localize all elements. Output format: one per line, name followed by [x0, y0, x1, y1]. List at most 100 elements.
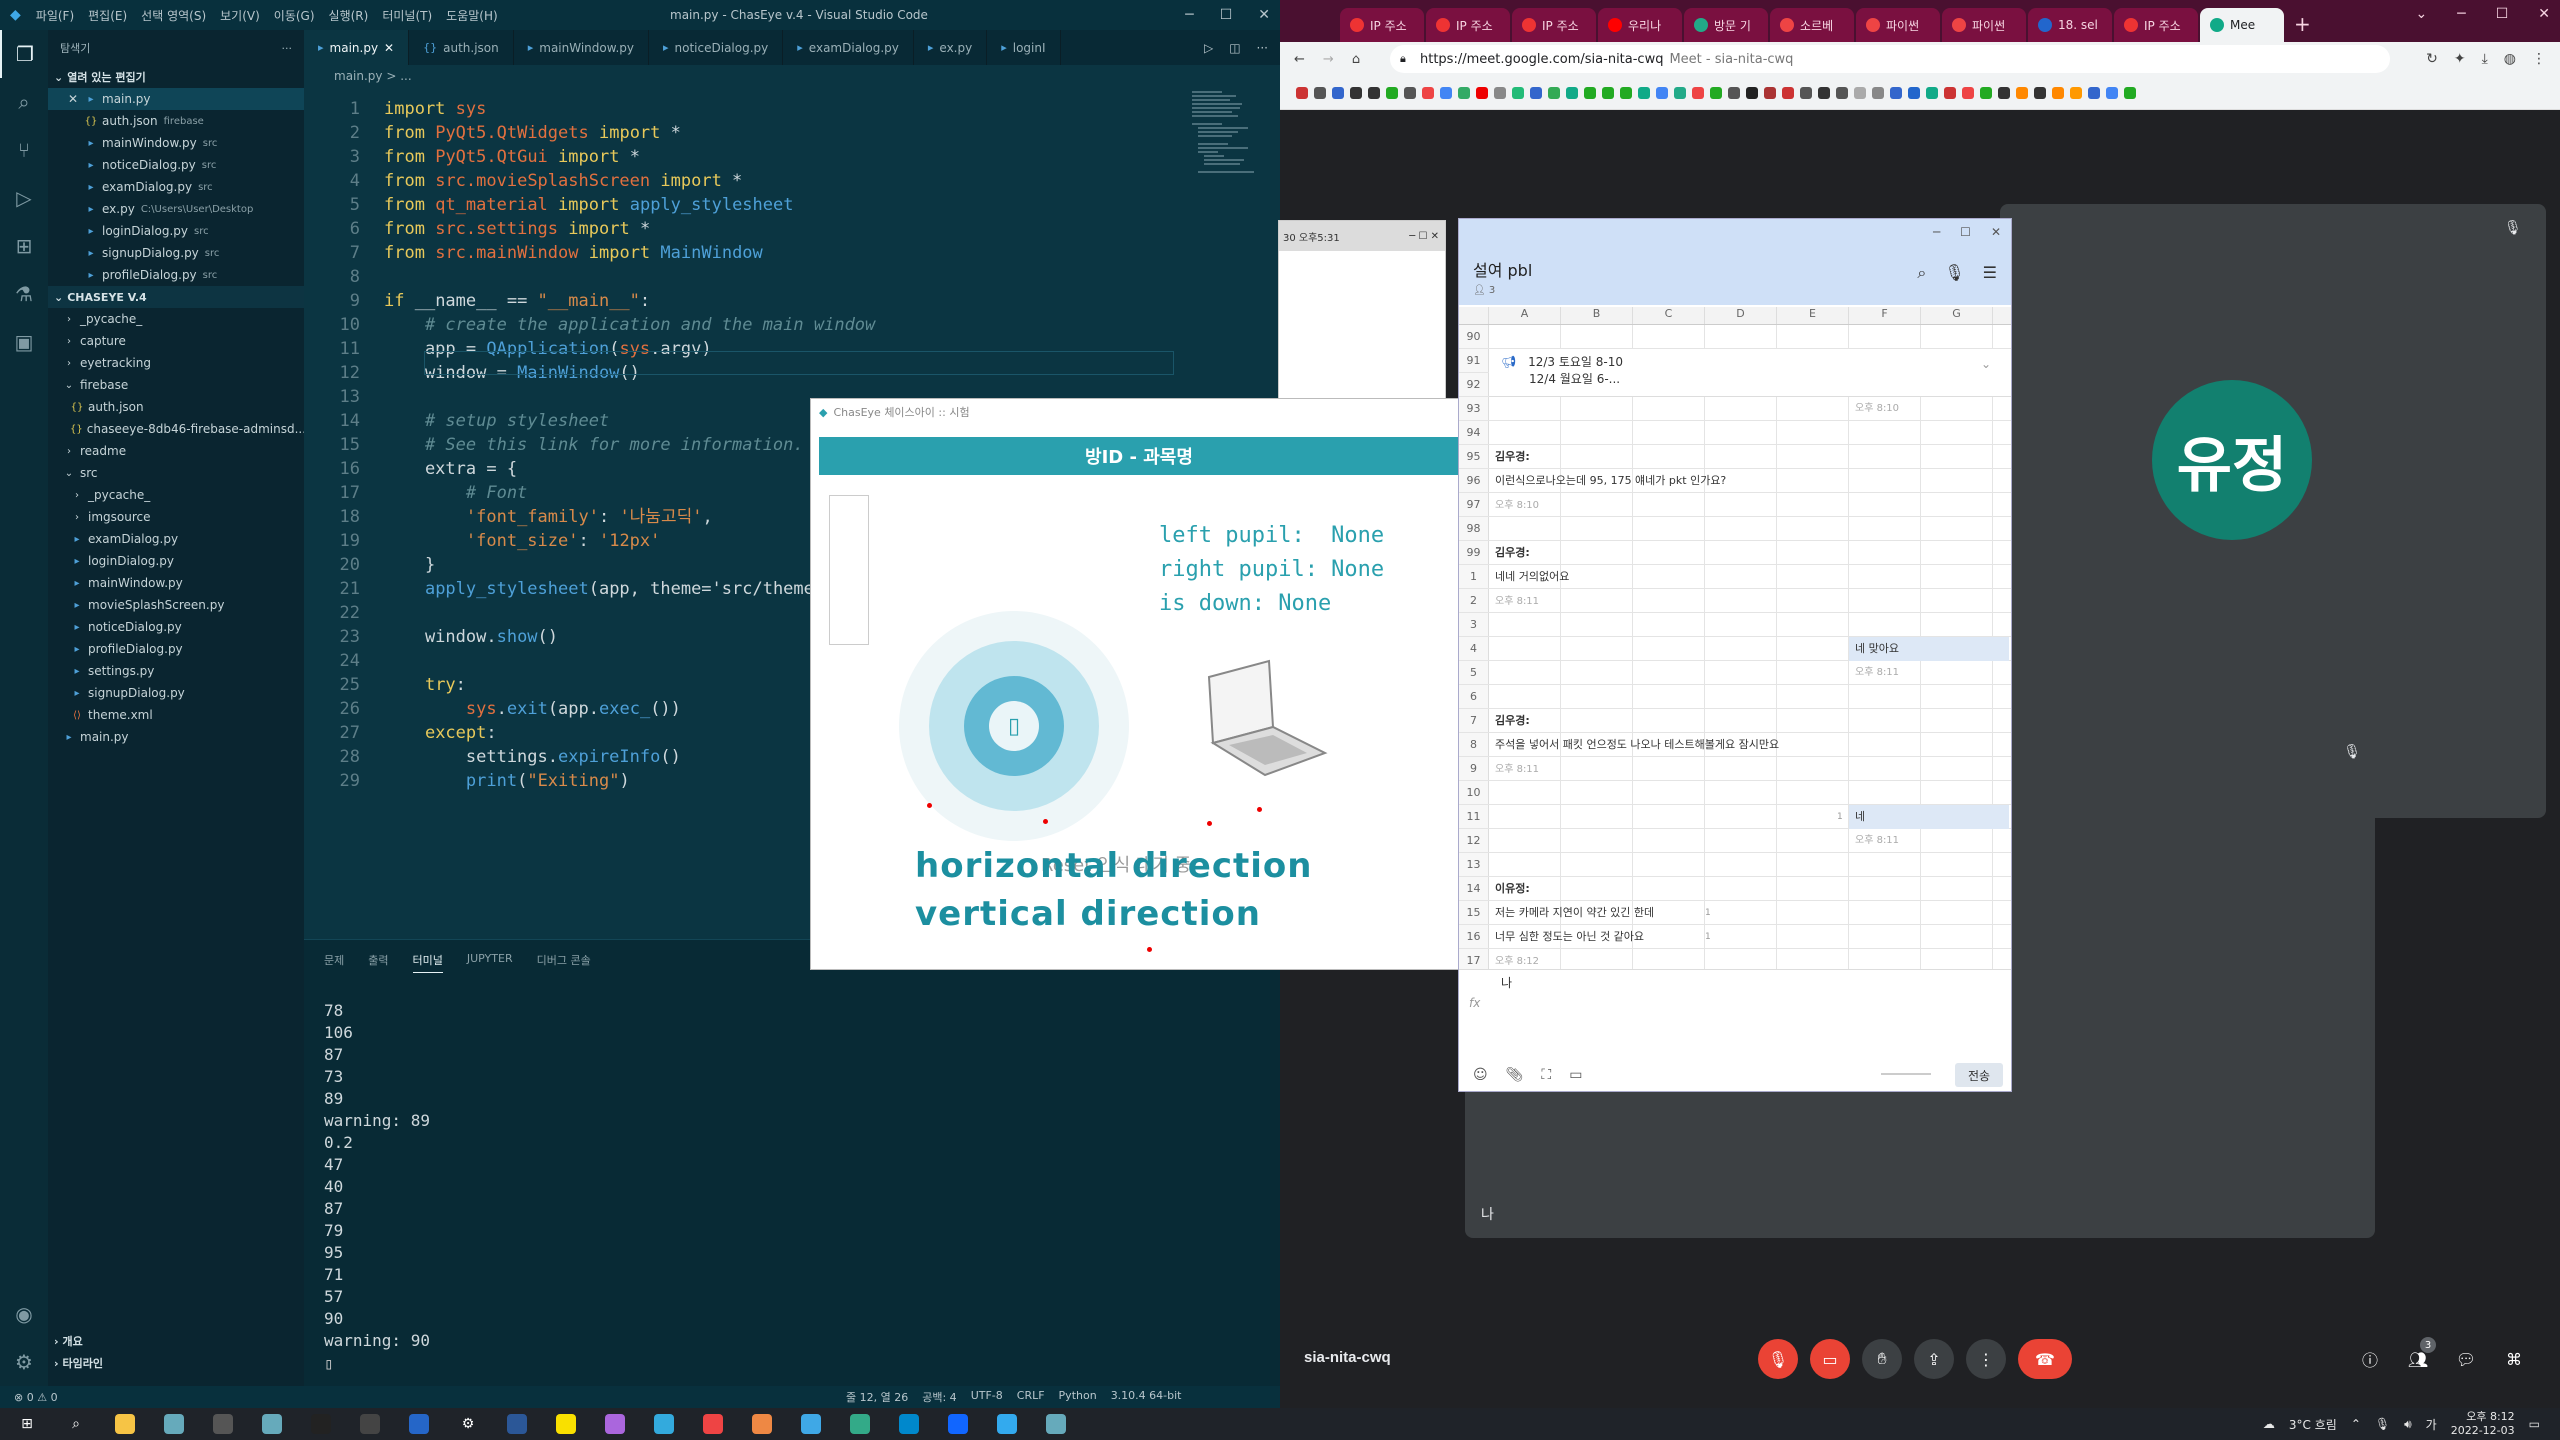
- bookmark-icon[interactable]: [1458, 86, 1470, 99]
- chat-menu-icon[interactable]: ☰: [1983, 263, 1997, 283]
- bookmark-icon[interactable]: [1980, 86, 1992, 99]
- bookmark-icon[interactable]: [2070, 86, 2082, 99]
- chat-row[interactable]: 9 오후 8:11: [1459, 757, 2011, 781]
- bookmark-icon[interactable]: [2016, 86, 2028, 99]
- browser-minimize-icon[interactable]: ─: [2457, 6, 2465, 22]
- search-icon[interactable]: ⌕: [0, 78, 48, 126]
- weather-text[interactable]: 3°C 흐림: [2289, 1416, 2337, 1433]
- browser-tab[interactable]: IP 주소: [1426, 8, 1510, 42]
- app-icon[interactable]: [894, 1412, 924, 1436]
- outline-section[interactable]: › 개요: [48, 1330, 304, 1352]
- raise-hand-button[interactable]: ✋︎: [1862, 1339, 1902, 1379]
- chat-row[interactable]: 5 오후 8:11: [1459, 661, 2011, 685]
- terminal-output[interactable]: 78 106 87 73 89 warning: 89 0.2 47 40 87 79 95 71 57 9…: [324, 1000, 430, 1352]
- browser-close-icon[interactable]: ✕: [2538, 6, 2550, 22]
- chat-row[interactable]: 99 김우경:: [1459, 541, 2011, 565]
- bookmark-icon[interactable]: [2034, 86, 2046, 99]
- kakaotalk-icon[interactable]: [551, 1412, 581, 1436]
- open-editor-item[interactable]: ▸ signupDialog.py src: [48, 242, 304, 264]
- panel-tab[interactable]: JUPYTER: [467, 952, 513, 973]
- zoom-slider[interactable]: [1881, 1073, 1931, 1075]
- run-debug-icon[interactable]: ▷: [0, 174, 48, 222]
- tab-search-icon[interactable]: ⌄: [2416, 6, 2428, 22]
- minimize-icon[interactable]: ─: [1185, 7, 1193, 23]
- more-actions-icon[interactable]: ···: [1257, 41, 1268, 55]
- maximize-icon[interactable]: ☐: [1220, 7, 1233, 23]
- tree-item[interactable]: › _pycache_: [48, 308, 304, 330]
- menu-item[interactable]: 이동(G): [274, 7, 315, 24]
- bookmark-icon[interactable]: [1818, 86, 1830, 99]
- send-button[interactable]: 전송: [1955, 1063, 2003, 1087]
- bookmark-icon[interactable]: [1782, 86, 1794, 99]
- bookmark-icon[interactable]: [1548, 86, 1560, 99]
- emoticon-icon[interactable]: ☺: [1473, 1067, 1488, 1083]
- tree-item[interactable]: ▸ settings.py: [48, 660, 304, 682]
- windows-start-icon[interactable]: ⊞: [12, 1412, 42, 1436]
- notice-expand-icon[interactable]: ⌄: [1981, 357, 1991, 371]
- bookmark-icon[interactable]: [1908, 86, 1920, 99]
- activities-button[interactable]: ⌘: [2494, 1339, 2534, 1379]
- kakao-chat-window[interactable]: ─ ☐ ✕ 설여 pbl 👤︎ 3 ⌕ 🎙︎ ☰ ABCDEFG 📢︎ 12/3…: [1458, 218, 2012, 1092]
- menu-icon[interactable]: ⋮: [2532, 51, 2546, 67]
- clock[interactable]: 오후 8:12 2022-12-03: [2451, 1410, 2515, 1438]
- tree-item[interactable]: ▸ movieSplashScreen.py: [48, 594, 304, 616]
- bookmark-icon[interactable]: [1728, 86, 1740, 99]
- chat-row[interactable]: 7 김우경:: [1459, 709, 2011, 733]
- open-editor-item[interactable]: ▸ mainWindow.py src: [48, 132, 304, 154]
- bookmark-icon[interactable]: [1476, 86, 1488, 99]
- tray-overflow-icon[interactable]: ⌃: [2351, 1417, 2361, 1431]
- editor-tab[interactable]: ▸ ex.py: [914, 30, 988, 65]
- mic-tray-icon[interactable]: 🎙︎: [2375, 1417, 2390, 1431]
- panel-tab[interactable]: 디버그 콘솔: [537, 952, 591, 973]
- tree-item[interactable]: {} chaseeye-8db46-firebase-adminsd...: [48, 418, 304, 440]
- tree-item[interactable]: › eyetracking: [48, 352, 304, 374]
- browser-tab[interactable]: 방문 기: [1684, 8, 1768, 42]
- chat-row[interactable]: 93 오후 8:10: [1459, 397, 2011, 421]
- menu-item[interactable]: 파일(F): [36, 7, 74, 24]
- bookmark-icon[interactable]: [1962, 86, 1974, 99]
- chat-row[interactable]: 17 오후 8:12: [1459, 949, 2011, 969]
- tree-item[interactable]: › imgsource: [48, 506, 304, 528]
- chat-row[interactable]: 96 이런식으로나오는데 95, 175 얘네가 pkt 인가요?: [1459, 469, 2011, 493]
- menu-item[interactable]: 편집(E): [88, 7, 127, 24]
- status-item[interactable]: 공백: 4: [922, 1389, 956, 1405]
- close-icon[interactable]: ✕: [1258, 7, 1270, 23]
- editor-tab[interactable]: ▸ main.py ✕: [304, 30, 410, 65]
- timeline-section[interactable]: › 타임라인: [48, 1352, 304, 1374]
- app-icon[interactable]: [845, 1412, 875, 1436]
- editor-tab[interactable]: ▸ loginI: [987, 30, 1061, 65]
- bookmark-icon[interactable]: [1512, 86, 1524, 99]
- bookmark-icon[interactable]: [1332, 86, 1344, 99]
- bookmark-icon[interactable]: [1872, 86, 1884, 99]
- app-icon[interactable]: [992, 1412, 1022, 1436]
- open-editor-item[interactable]: ▸ loginDialog.py src: [48, 220, 304, 242]
- chat-row[interactable]: 97 오후 8:10: [1459, 493, 2011, 517]
- browser-tab[interactable]: IP 주소: [1512, 8, 1596, 42]
- meeting-info-button[interactable]: ⓘ: [2350, 1339, 2390, 1379]
- camera-off-button[interactable]: ▭: [1810, 1339, 1850, 1379]
- download-icon[interactable]: ⤓: [2482, 51, 2488, 67]
- file-explorer-icon[interactable]: [110, 1412, 140, 1436]
- search-icon[interactable]: ⌕: [61, 1412, 91, 1436]
- attach-icon[interactable]: 📎︎: [1506, 1067, 1524, 1083]
- browser-tab[interactable]: 우리나: [1598, 8, 1682, 42]
- extensions-icon[interactable]: ⊞: [0, 222, 48, 270]
- bookmark-icon[interactable]: [1692, 86, 1704, 99]
- pinned-notice[interactable]: 📢︎ 12/3 토요일 8-10 12/4 월요일 6-... ⌄: [1489, 349, 2011, 397]
- menu-item[interactable]: 실행(R): [329, 7, 369, 24]
- bookmark-icon[interactable]: [1638, 86, 1650, 99]
- chat-minimize-icon[interactable]: ─: [1933, 225, 1940, 239]
- open-editor-item[interactable]: ▸ profileDialog.py src: [48, 264, 304, 286]
- bookmark-icon[interactable]: [1440, 86, 1452, 99]
- chat-row[interactable]: 16 너무 심한 정도는 아닌 것 같아요 1: [1459, 925, 2011, 949]
- browser-tab[interactable]: 소르베: [1770, 8, 1854, 42]
- notification-icon[interactable]: ▭: [2529, 1417, 2540, 1431]
- problems-status[interactable]: ⊗ 0 ⚠ 0: [14, 1391, 58, 1404]
- editor-tab[interactable]: {} auth.json: [409, 30, 514, 65]
- bookmark-icon[interactable]: [1674, 86, 1686, 99]
- chat-row[interactable]: 94: [1459, 421, 2011, 445]
- project-section[interactable]: ⌄ CHASEYE V.4: [48, 286, 304, 308]
- mic-off-button[interactable]: 🎙︎: [1758, 1339, 1798, 1379]
- chat-search-icon[interactable]: ⌕: [1917, 263, 1926, 283]
- ime-indicator[interactable]: 가: [2426, 1416, 2437, 1433]
